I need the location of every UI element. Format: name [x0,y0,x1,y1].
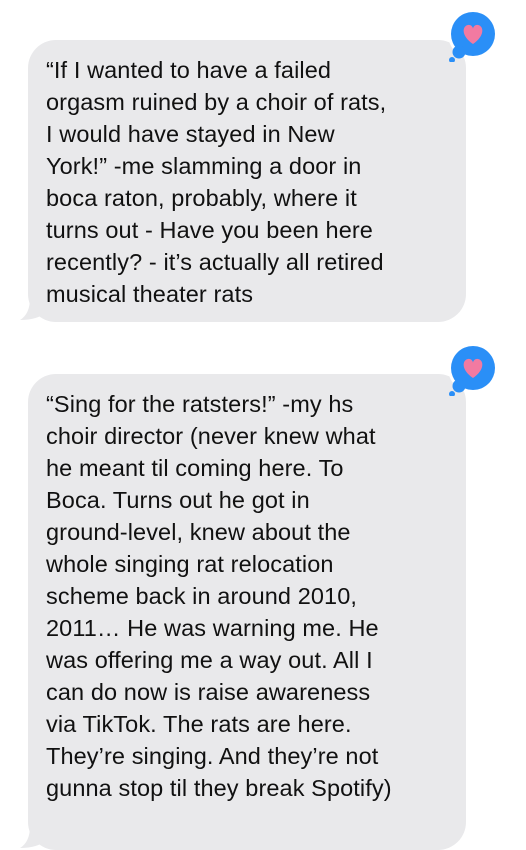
message-text-line: 2011… He was warning me. He [46,615,379,641]
message-text-line: Boca. Turns out he got in [46,487,310,513]
message-text-line: orgasm ruined by a choir of rats, [46,89,387,115]
message-text-line: musical theater rats [46,281,254,307]
message-text-line: was offering me a way out. All I [46,647,373,673]
message-text-line: he meant til coming here. To [46,455,344,481]
heart-reaction-icon[interactable] [447,8,501,62]
message-text-line: via TikTok. The rats are here. [46,711,352,737]
message-text-line: They’re singing. And they’re not [46,743,379,769]
message-text-line: “If I wanted to have a failed [46,57,332,83]
message-text-line: I would have stayed in New [46,121,335,147]
message-text-line: choir director (never knew what [46,423,376,449]
message-2: “Sing for the ratsters!” -my hs choir di… [0,340,526,850]
message-text-line: “Sing for the ratsters!” -my hs [46,391,354,417]
message-text-line: scheme back in around 2010, [46,583,358,609]
message-text-line: boca raton, probably, where it [46,185,357,211]
message-text-line: recently? - it’s actually all retired [46,249,384,275]
message-text-line: whole singing rat relocation [46,551,334,577]
message-1: “If I wanted to have a failed orgasm rui… [0,0,526,330]
message-thread: “If I wanted to have a failed orgasm rui… [0,0,526,850]
message-text-line: York!” -me slamming a door in [46,153,362,179]
message-bubble[interactable]: “Sing for the ratsters!” -my hs choir di… [28,374,466,850]
heart-reaction-icon[interactable] [447,342,501,396]
message-text-line: gunna stop til they break Spotify) [46,775,392,801]
message-bubble[interactable]: “If I wanted to have a failed orgasm rui… [28,40,466,322]
message-text-line: turns out - Have you been here [46,217,373,243]
message-text-line: can do now is raise awareness [46,679,371,705]
message-text-line: ground-level, knew about the [46,519,351,545]
